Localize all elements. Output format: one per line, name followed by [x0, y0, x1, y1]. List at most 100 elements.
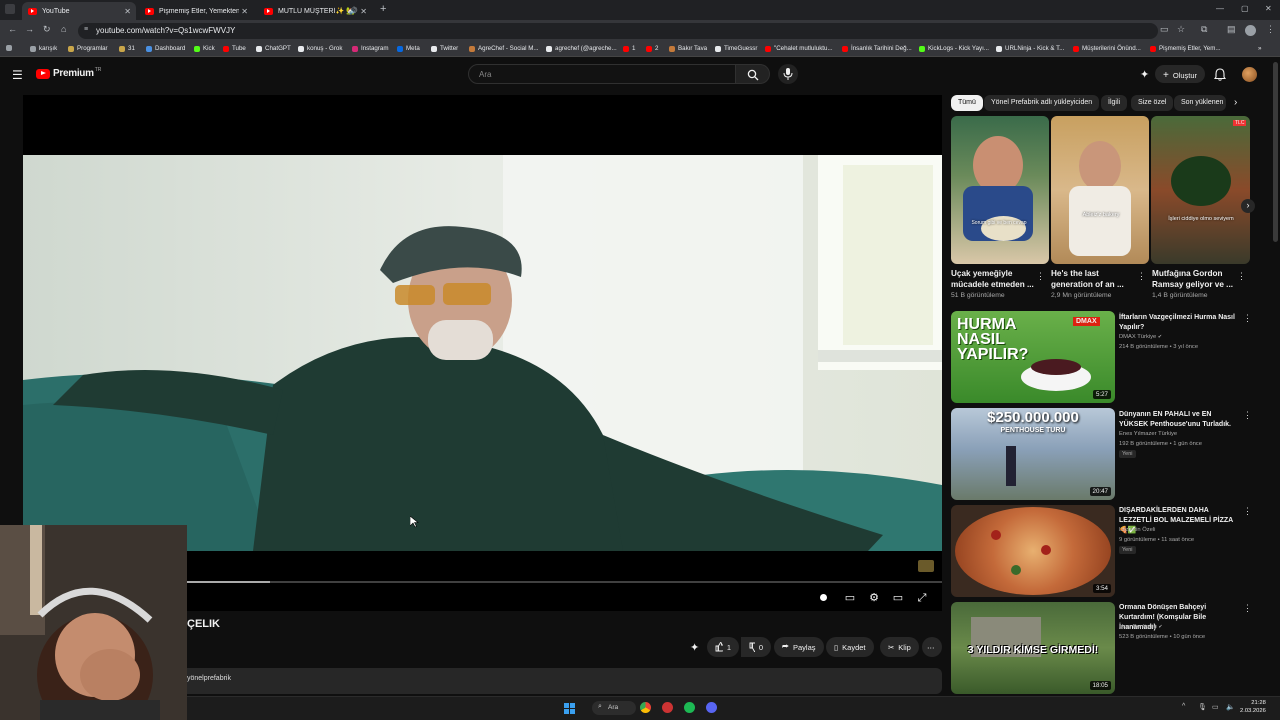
windows-start-icon[interactable] — [564, 703, 575, 714]
back-icon[interactable]: ← — [8, 24, 17, 34]
youtube-logo[interactable]: Premium TR — [36, 67, 101, 79]
close-tab-icon[interactable]: ✕ — [360, 7, 367, 16]
save-button[interactable]: ▯ Kaydet — [826, 637, 874, 657]
more-vert-icon[interactable]: ⋮ — [1243, 603, 1252, 614]
network-icon[interactable]: ▭ — [1212, 703, 1219, 711]
hamburger-menu-icon[interactable]: ☰ — [12, 68, 23, 82]
channel-name[interactable]: Ursu Benlioğlu ✔ — [1119, 623, 1259, 631]
site-info-icon[interactable]: ≡ — [84, 26, 88, 33]
chip-recent[interactable]: Son yüklenen — [1174, 95, 1226, 111]
subtitles-icon[interactable]: ▭ — [843, 591, 857, 605]
maximize-icon[interactable]: ▢ — [1241, 4, 1249, 13]
sidepanel-icon[interactable]: ▤ — [1227, 24, 1236, 35]
bookmark-item[interactable]: 1 — [623, 45, 635, 52]
bookmark-item[interactable]: ChatGPT — [256, 45, 291, 52]
video-title-link[interactable]: İftarların Vazgeçilmezi Hurma Nasıl Yapı… — [1119, 313, 1241, 333]
chevron-right-icon[interactable]: › — [1234, 97, 1237, 108]
chip-for-you[interactable]: Size özel — [1131, 95, 1174, 111]
app-taskbar-icon[interactable] — [662, 702, 673, 713]
browser-tab-2[interactable]: Pişmemiş Etler, Yemekten Çıkan ✕ — [139, 2, 253, 20]
create-button[interactable]: + Oluştur — [1155, 65, 1205, 83]
chip-uploader[interactable]: Yönel Prefabrik adlı yükleyiciden — [984, 95, 1100, 111]
video-title-link[interactable]: Dünyanın EN PAHALI ve EN YÜKSEK Penthous… — [1119, 410, 1241, 430]
forward-icon[interactable]: → — [25, 24, 34, 34]
video-thumbnail[interactable]: 3 YILDIR KİMSE GİRMEDİ! 18:05 — [951, 602, 1115, 694]
more-vert-icon[interactable]: ⋮ — [1036, 271, 1045, 282]
fullscreen-icon[interactable]: ⤢ — [915, 591, 929, 605]
more-vert-icon[interactable]: ⋮ — [1137, 271, 1146, 282]
account-avatar[interactable] — [1242, 67, 1257, 82]
channel-name[interactable]: DMAX Türkiye ✔ — [1119, 333, 1259, 341]
more-actions-button[interactable]: ⋯ — [922, 637, 942, 657]
short-thumbnail[interactable]: İşleri ciddiye olmo seviyem TLC — [1151, 116, 1250, 264]
profile-avatar-icon[interactable] — [1245, 25, 1256, 36]
short-title[interactable]: He's the last generation of an ... — [1051, 268, 1139, 290]
bookmark-item[interactable]: konuş - Grok — [298, 45, 342, 52]
bookmark-item[interactable]: İnsanlık Tarihini Değ... — [842, 45, 912, 52]
audio-playing-icon[interactable]: 🔊 — [349, 7, 358, 15]
bookmark-item[interactable]: TimeGuessr — [715, 45, 757, 52]
video-frame[interactable] — [23, 155, 942, 551]
bookmark-item[interactable]: "Cehalet mutluluktu... — [765, 45, 833, 52]
discord-taskbar-icon[interactable] — [706, 702, 717, 713]
more-vert-icon[interactable]: ⋮ — [1243, 410, 1252, 421]
video-thumbnail[interactable]: HURMA NASIL YAPILIR? DMAX 5:27 — [951, 311, 1115, 403]
bookmark-item[interactable]: Meta — [397, 45, 420, 52]
system-clock[interactable]: 21:28 2.03.2026 — [1240, 700, 1266, 715]
page-scrollbar[interactable] — [1273, 62, 1278, 242]
theater-mode-icon[interactable]: ▭ — [891, 591, 905, 605]
minimize-icon[interactable]: — — [1216, 4, 1224, 13]
browser-menu-icon[interactable]: ⋮ — [1266, 24, 1275, 35]
bookmark-item[interactable]: Kick — [194, 45, 215, 52]
install-app-icon[interactable]: ▭ — [1160, 24, 1169, 35]
volume-icon[interactable]: 🔈 — [1226, 703, 1235, 711]
bookmark-item[interactable]: 2 — [646, 45, 658, 52]
bookmark-item[interactable]: karışık — [30, 45, 57, 52]
chrome-taskbar-icon[interactable] — [640, 702, 651, 713]
browser-tab-3[interactable]: MUTLU MÜŞTERİ✨ 🏡 Hi 🔊 ✕ — [258, 2, 372, 20]
reload-icon[interactable]: ↻ — [43, 24, 51, 35]
bookmark-item[interactable]: AgreChef - Social M... — [469, 45, 539, 52]
more-vert-icon[interactable]: ⋮ — [1237, 271, 1246, 282]
clip-button[interactable]: ✂ Klip — [880, 637, 919, 657]
channel-watermark[interactable] — [918, 560, 934, 572]
sparkle-ask-icon[interactable]: ✦ — [690, 641, 699, 654]
autoplay-toggle[interactable] — [816, 591, 830, 605]
bookmark-item[interactable]: Programlar — [68, 45, 108, 52]
voice-search-button[interactable] — [778, 64, 798, 84]
short-thumbnail[interactable]: Sorum gibi ve ben cevap — [951, 116, 1049, 264]
extensions-icon[interactable]: ⧉ — [1201, 24, 1207, 35]
bookmark-item[interactable]: Tube — [223, 45, 246, 52]
bookmark-item[interactable]: KickLogs - Kick Yayı... — [919, 45, 989, 52]
address-bar[interactable]: ≡ youtube.com/watch?v=Qs1wcwFWVJY — [78, 23, 1158, 39]
bookmark-item[interactable]: Bakır Tava — [669, 45, 707, 52]
microphone-tray-icon[interactable]: 🎙 — [1198, 703, 1207, 711]
channel-name[interactable]: Enes Yılmazer Türkiye — [1119, 430, 1259, 438]
chip-all[interactable]: Tümü — [951, 95, 983, 111]
new-tab-button[interactable]: + — [380, 3, 386, 15]
bookmark-item[interactable]: agrechef (@agreche... — [546, 45, 617, 52]
spotify-taskbar-icon[interactable] — [684, 702, 695, 713]
shorts-next-button[interactable]: › — [1241, 199, 1255, 213]
close-tab-icon[interactable]: ✕ — [124, 7, 131, 16]
dislike-button[interactable]: 0 — [741, 637, 771, 657]
notifications-bell-icon[interactable] — [1214, 68, 1226, 81]
bookmark-item[interactable]: Dashboard — [146, 45, 185, 52]
more-bookmarks-icon[interactable]: » — [1258, 45, 1261, 52]
apps-grid-icon[interactable] — [6, 45, 15, 51]
settings-gear-icon[interactable]: ⚙ — [867, 591, 881, 605]
bookmark-item[interactable]: Twitter — [431, 45, 458, 52]
short-thumbnail[interactable]: Ableiz'z bakery — [1051, 116, 1149, 264]
home-icon[interactable]: ⌂ — [61, 24, 66, 34]
chip-related[interactable]: İlgili — [1101, 95, 1128, 111]
channel-name[interactable]: Lezzetin Özeli — [1119, 526, 1259, 534]
tab-search-icon[interactable] — [5, 4, 15, 14]
bookmark-item[interactable]: Müşterilerini Önünd... — [1073, 45, 1141, 52]
video-thumbnail[interactable]: $250.000.000 PENTHOUSE TURU 20:47 — [951, 408, 1115, 500]
bookmark-item[interactable]: Instagram — [352, 45, 389, 52]
bookmark-item[interactable]: Pişmemiş Etler, Yem... — [1150, 45, 1221, 52]
search-button[interactable] — [736, 64, 770, 84]
taskbar-search[interactable]: ⌕ Ara — [592, 701, 636, 715]
bookmark-item[interactable]: URLNinja - Kick & T... — [996, 45, 1064, 52]
window-close-icon[interactable]: ✕ — [1265, 4, 1272, 13]
